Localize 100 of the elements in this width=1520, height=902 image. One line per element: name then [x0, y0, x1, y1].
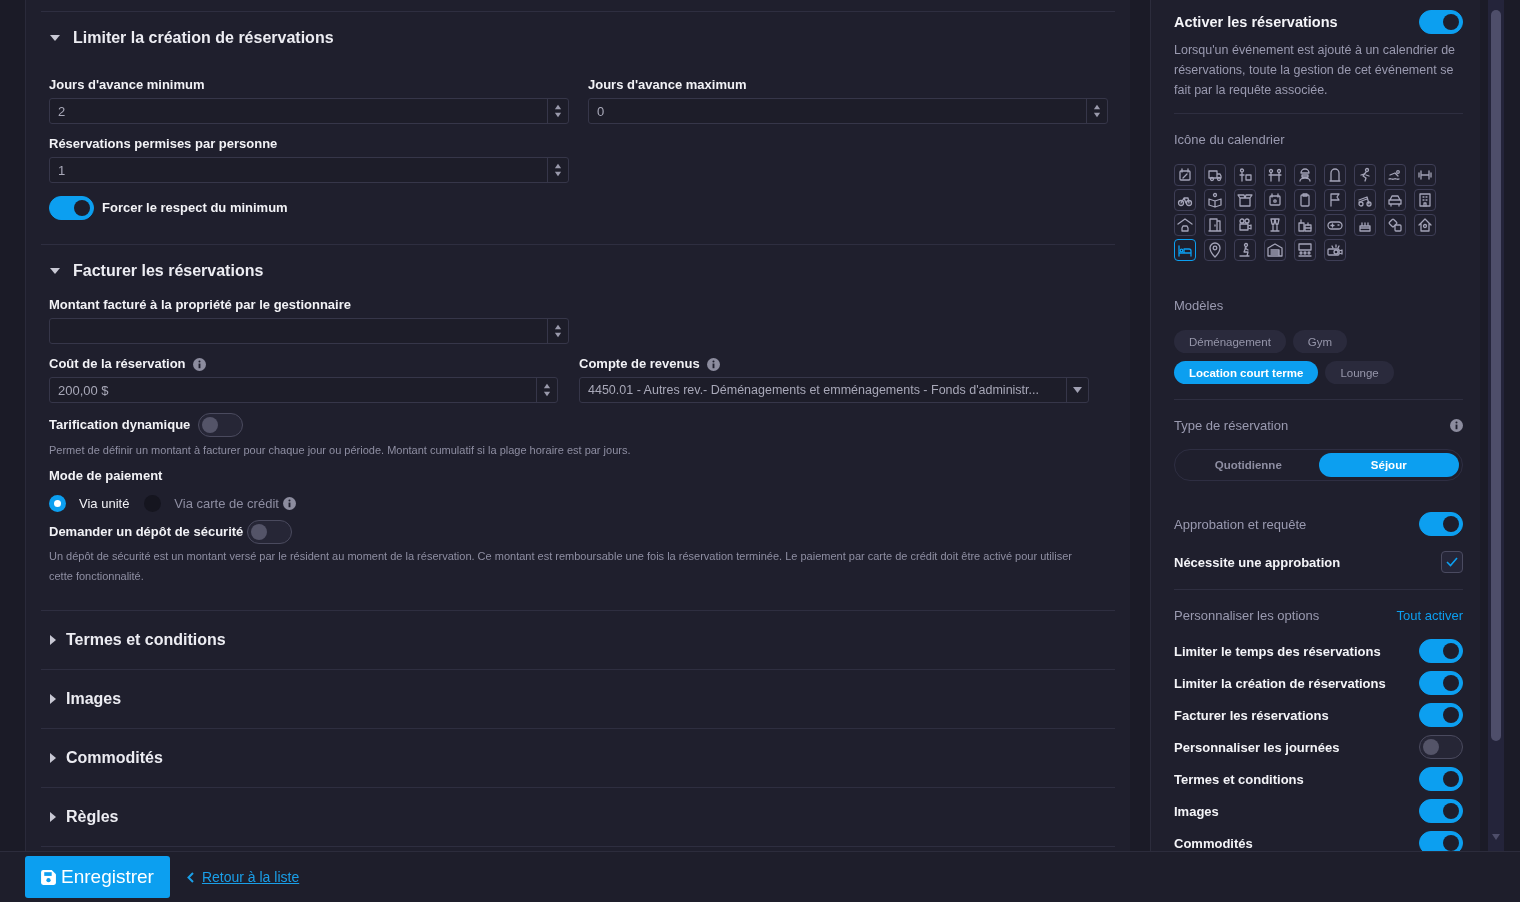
section-title[interactable]: Facturer les réservations — [73, 262, 264, 280]
person-box-icon[interactable] — [1234, 164, 1256, 186]
help-text: Un dépôt de sécurité est un montant versé par le résident au moment de la réservation. Ce montant est remboursable une fois la réservation terminée. Le paiement par carte de crédit doit être activé pour utiliser cette fonctionnalité. — [49, 549, 1073, 584]
section-label: Modèles — [1174, 298, 1225, 313]
toggle-switch[interactable] — [1419, 767, 1463, 791]
template-chip[interactable]: Déménagement — [1174, 330, 1286, 353]
calendar-icon[interactable] — [1264, 189, 1286, 211]
option-label: Termes et conditions — [1174, 771, 1304, 787]
chevron-left-icon — [186, 871, 194, 883]
checkmark-icon — [1446, 557, 1458, 567]
help-text: Permet de définir un montant à facturer pour chaque jour ou période. Montant cumulatif si la plage horaire est par jours. — [49, 443, 632, 458]
toggle-switch[interactable] — [198, 413, 244, 437]
scrollbar[interactable] — [1488, 0, 1504, 851]
radio-label: Via carte de crédit — [174, 495, 279, 511]
radio-button[interactable] — [49, 494, 66, 512]
toggle-label: Demander un dépôt de sécurité — [49, 524, 244, 540]
dice-icon[interactable] — [1384, 214, 1406, 236]
info-icon — [1450, 419, 1463, 432]
field-label: Réservations permises par personne — [49, 136, 279, 152]
bicycle-icon[interactable] — [1174, 189, 1196, 211]
info-icon — [706, 357, 720, 371]
info-icon — [282, 496, 296, 510]
kneeling-person-icon[interactable] — [1234, 239, 1256, 261]
setting-label: Approbation et requête — [1174, 516, 1307, 532]
field-label: Montant facturé à la propriété par le gestionnaire — [49, 297, 352, 313]
number-field[interactable]: 2 — [49, 98, 569, 124]
theater-icon[interactable] — [1294, 239, 1316, 261]
dumbbell-icon[interactable] — [1414, 164, 1436, 186]
section-label: Icône du calendrier — [1174, 132, 1286, 147]
number-field[interactable]: 0 — [588, 98, 1108, 124]
toggle-switch[interactable] — [49, 196, 94, 220]
gamepad-icon[interactable] — [1324, 214, 1346, 236]
section-title[interactable]: Limiter la création de réservations — [73, 29, 334, 47]
section-label: Type de réservation — [1174, 418, 1289, 433]
description-text: Lorsqu'un événement est ajouté à un calendrier de réservations, toute la gestion de cet événement se fait par la requête associée. — [1174, 42, 1457, 99]
field-label: Jours d'avance minimum — [49, 77, 206, 93]
number-field[interactable] — [49, 318, 569, 344]
number-field[interactable]: 200,00 $ — [49, 377, 558, 403]
projector-icon[interactable] — [1324, 239, 1346, 261]
running-person-icon[interactable] — [1354, 164, 1376, 186]
reading-person-icon[interactable] — [1204, 189, 1226, 211]
toggle-label: Tarification dynamique — [49, 417, 191, 433]
toggle-switch[interactable] — [1419, 735, 1463, 759]
caret-icon — [1073, 387, 1082, 393]
toggle-switch[interactable] — [1419, 831, 1463, 851]
cake-icon[interactable] — [1354, 214, 1376, 236]
checkbox[interactable] — [1441, 551, 1463, 573]
back-link[interactable]: Retour à la liste — [201, 869, 300, 885]
option-label: Limiter la création de réservations — [1174, 675, 1386, 691]
bed-icon[interactable] — [1174, 239, 1196, 261]
field-label: Compte de revenus — [579, 356, 700, 372]
info-icon — [192, 357, 206, 371]
truck-icon[interactable] — [1204, 164, 1226, 186]
house-icon[interactable] — [1414, 214, 1436, 236]
section-title[interactable]: Termes et conditions — [66, 631, 226, 649]
toggle-switch[interactable] — [1419, 703, 1463, 727]
flag-icon[interactable] — [1324, 189, 1346, 211]
template-chip[interactable]: Gym — [1292, 330, 1348, 353]
option-label: Facturer les réservations — [1174, 707, 1329, 723]
option-label: Commodités — [1174, 835, 1253, 851]
toggle-switch[interactable] — [1419, 10, 1463, 34]
building-icon[interactable] — [1414, 189, 1436, 211]
setting-label: Nécessite une approbation — [1174, 554, 1341, 570]
scooter-icon[interactable] — [1354, 189, 1376, 211]
car-icon[interactable] — [1384, 189, 1406, 211]
field-label: Jours d'avance maximum — [588, 77, 748, 93]
field-label: Coût de la réservation — [49, 356, 186, 372]
swimmer-icon[interactable] — [1384, 164, 1406, 186]
segment-option[interactable]: Quotidienne — [1178, 453, 1319, 477]
door-icon[interactable] — [1204, 214, 1226, 236]
clipboard-icon[interactable] — [1294, 189, 1316, 211]
section-title[interactable]: Règles — [66, 808, 119, 826]
toggle-label: Forcer le respect du minimum — [102, 200, 288, 216]
section-label: Personnaliser les options — [1174, 608, 1320, 623]
toggle-switch[interactable] — [1419, 799, 1463, 823]
gift-icon[interactable] — [1294, 214, 1316, 236]
location-pin-icon[interactable] — [1204, 239, 1226, 261]
section-title[interactable]: Commodités — [66, 749, 163, 767]
calendar-icon[interactable] — [1174, 164, 1196, 186]
headstone-icon[interactable] — [1324, 164, 1346, 186]
film-camera-icon[interactable] — [1234, 214, 1256, 236]
panel-title: Activer les réservations — [1174, 14, 1338, 30]
option-label: Personnaliser les journées — [1174, 739, 1340, 755]
number-field[interactable]: 1 — [49, 157, 569, 183]
toggle-switch[interactable] — [247, 520, 293, 544]
option-label: Images — [1174, 803, 1219, 819]
toggle-switch[interactable] — [1419, 671, 1463, 695]
toggle-switch[interactable] — [1419, 639, 1463, 663]
toast-glasses-icon[interactable] — [1264, 214, 1286, 236]
enable-all-link[interactable]: Tout activer — [1396, 608, 1463, 623]
toggle-switch[interactable] — [1419, 512, 1463, 536]
dropdown-field[interactable]: 4450.01 - Autres rev.- Déménagements et emménagements - Fonds d'administr... — [579, 377, 1089, 403]
worker-icon[interactable] — [1294, 164, 1316, 186]
people-icon[interactable] — [1264, 164, 1286, 186]
section-title[interactable]: Images — [66, 690, 122, 708]
template-chip[interactable]: Lounge — [1325, 361, 1394, 384]
open-box-icon[interactable] — [1234, 189, 1256, 211]
carport-icon[interactable] — [1174, 214, 1196, 236]
field-label: Mode de paiement — [49, 468, 164, 484]
garage-icon[interactable] — [1264, 239, 1286, 261]
